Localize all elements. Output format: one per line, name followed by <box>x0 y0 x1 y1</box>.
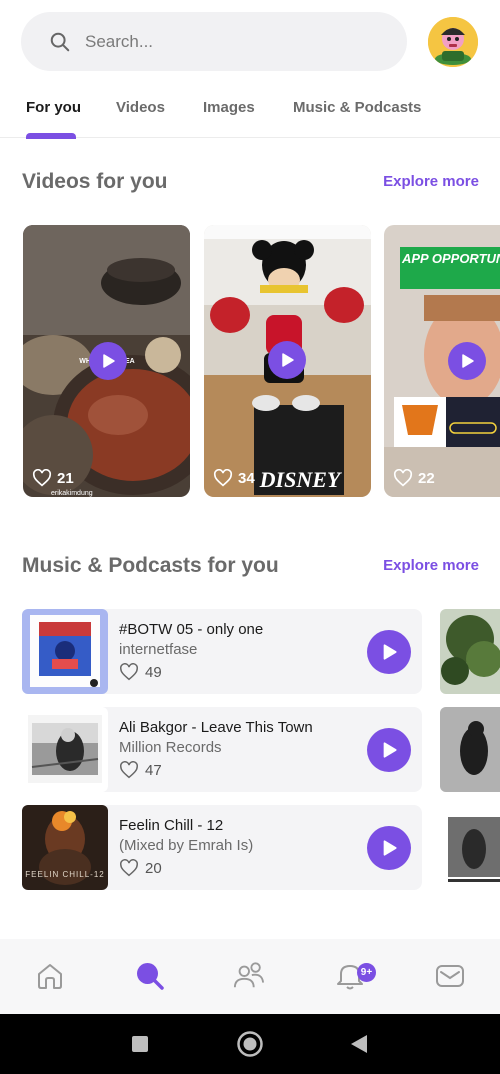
music-thumbnail <box>22 707 108 792</box>
heart-icon[interactable] <box>213 469 233 487</box>
music-likes-count: 20 <box>145 859 162 877</box>
video-likes-count: 21 <box>57 469 74 487</box>
music-list-item[interactable]: #BOTW 05 - only one internetfase 49 <box>22 609 422 694</box>
music-likes: 47 <box>119 761 162 779</box>
music-section-title: Music & Podcasts for you <box>22 554 279 577</box>
heart-icon[interactable] <box>119 663 139 681</box>
heart-icon[interactable] <box>393 469 413 487</box>
search-input[interactable] <box>85 31 365 52</box>
heart-icon[interactable] <box>119 859 139 877</box>
home-icon <box>38 964 62 989</box>
music-thumbnail-next[interactable] <box>440 805 500 890</box>
video-card[interactable]: WHAT ... KOREA erikakimdung 21 <box>23 225 190 497</box>
recents-button[interactable] <box>131 1035 149 1058</box>
music-artist: Million Records <box>119 739 222 756</box>
avatar[interactable] <box>428 17 478 67</box>
mail-icon <box>436 965 464 987</box>
system-nav-bar <box>0 1014 500 1074</box>
music-artist: (Mixed by Emrah Is) <box>119 837 254 854</box>
back-button[interactable] <box>349 1033 369 1060</box>
music-thumbnail <box>22 609 108 694</box>
home-system-button[interactable] <box>236 1030 264 1063</box>
square-icon <box>132 1036 148 1052</box>
play-icon <box>383 644 397 660</box>
music-likes-count: 47 <box>145 761 162 779</box>
video-card[interactable]: APP OPPORTUNI 22 <box>384 225 500 497</box>
music-list-item[interactable]: FEELIN CHILL-12 Feelin Chill - 12 (Mixed… <box>22 805 422 890</box>
play-button[interactable] <box>89 342 127 380</box>
music-likes: 20 <box>119 859 162 877</box>
tab-videos[interactable]: Videos <box>116 99 165 116</box>
nav-people[interactable] <box>233 959 265 993</box>
bottom-nav <box>0 939 500 1014</box>
music-artist: internetfase <box>119 641 198 658</box>
music-thumbnail-next[interactable] <box>440 609 500 694</box>
tab-music-podcasts[interactable]: Music & Podcasts <box>293 99 421 116</box>
nav-search[interactable] <box>134 959 166 993</box>
heart-icon[interactable] <box>119 761 139 779</box>
video-username: erikakimdung <box>51 490 93 497</box>
play-button[interactable] <box>448 342 486 380</box>
play-icon <box>103 354 115 368</box>
video-likes: 22 <box>393 469 435 487</box>
videos-section-title: Videos for you <box>22 170 168 193</box>
back-triangle-icon <box>351 1035 367 1053</box>
video-likes-count: 22 <box>418 469 435 487</box>
video-card[interactable]: DISNEY 34 <box>204 225 371 497</box>
music-title: #BOTW 05 - only one <box>119 621 264 638</box>
music-likes-count: 49 <box>145 663 162 681</box>
svg-text:FEELIN CHILL-12: FEELIN CHILL-12 <box>25 870 104 879</box>
tab-bar: For you Videos Images Music & Podcasts <box>0 86 500 138</box>
active-tab-indicator <box>26 133 76 139</box>
people-icon <box>233 962 265 988</box>
music-explore-more-link[interactable]: Explore more <box>383 557 479 574</box>
music-title: Ali Bakgor - Leave This Town <box>119 719 313 736</box>
play-button[interactable] <box>268 341 306 379</box>
search-icon <box>137 963 164 990</box>
heart-icon[interactable] <box>32 469 52 487</box>
nav-home[interactable] <box>34 959 66 993</box>
music-likes: 49 <box>119 663 162 681</box>
tab-images[interactable]: Images <box>203 99 255 116</box>
videos-explore-more-link[interactable]: Explore more <box>383 173 479 190</box>
nav-messages[interactable] <box>434 959 466 993</box>
play-button[interactable] <box>367 630 411 674</box>
music-title: Feelin Chill - 12 <box>119 817 224 834</box>
play-button[interactable] <box>367 826 411 870</box>
video-likes: 34 <box>213 469 255 487</box>
notification-badge: 9+ <box>357 963 376 982</box>
video-likes: 21 <box>32 469 74 487</box>
search-icon <box>50 32 70 51</box>
play-button[interactable] <box>367 728 411 772</box>
video-thumbnail-text: APP OPPORTUNI <box>401 251 500 266</box>
tab-for-you[interactable]: For you <box>26 99 81 116</box>
play-icon <box>383 742 397 758</box>
video-likes-count: 34 <box>238 469 255 487</box>
music-thumbnail-next[interactable] <box>440 707 500 792</box>
play-icon <box>462 354 474 368</box>
play-icon <box>383 840 397 856</box>
play-icon <box>282 353 294 367</box>
video-thumbnail-text: DISNEY <box>259 467 343 492</box>
circle-icon <box>237 1031 263 1057</box>
music-list-item[interactable]: Ali Bakgor - Leave This Town Million Rec… <box>22 707 422 792</box>
search-bar[interactable] <box>21 12 407 71</box>
music-thumbnail: FEELIN CHILL-12 <box>22 805 108 890</box>
